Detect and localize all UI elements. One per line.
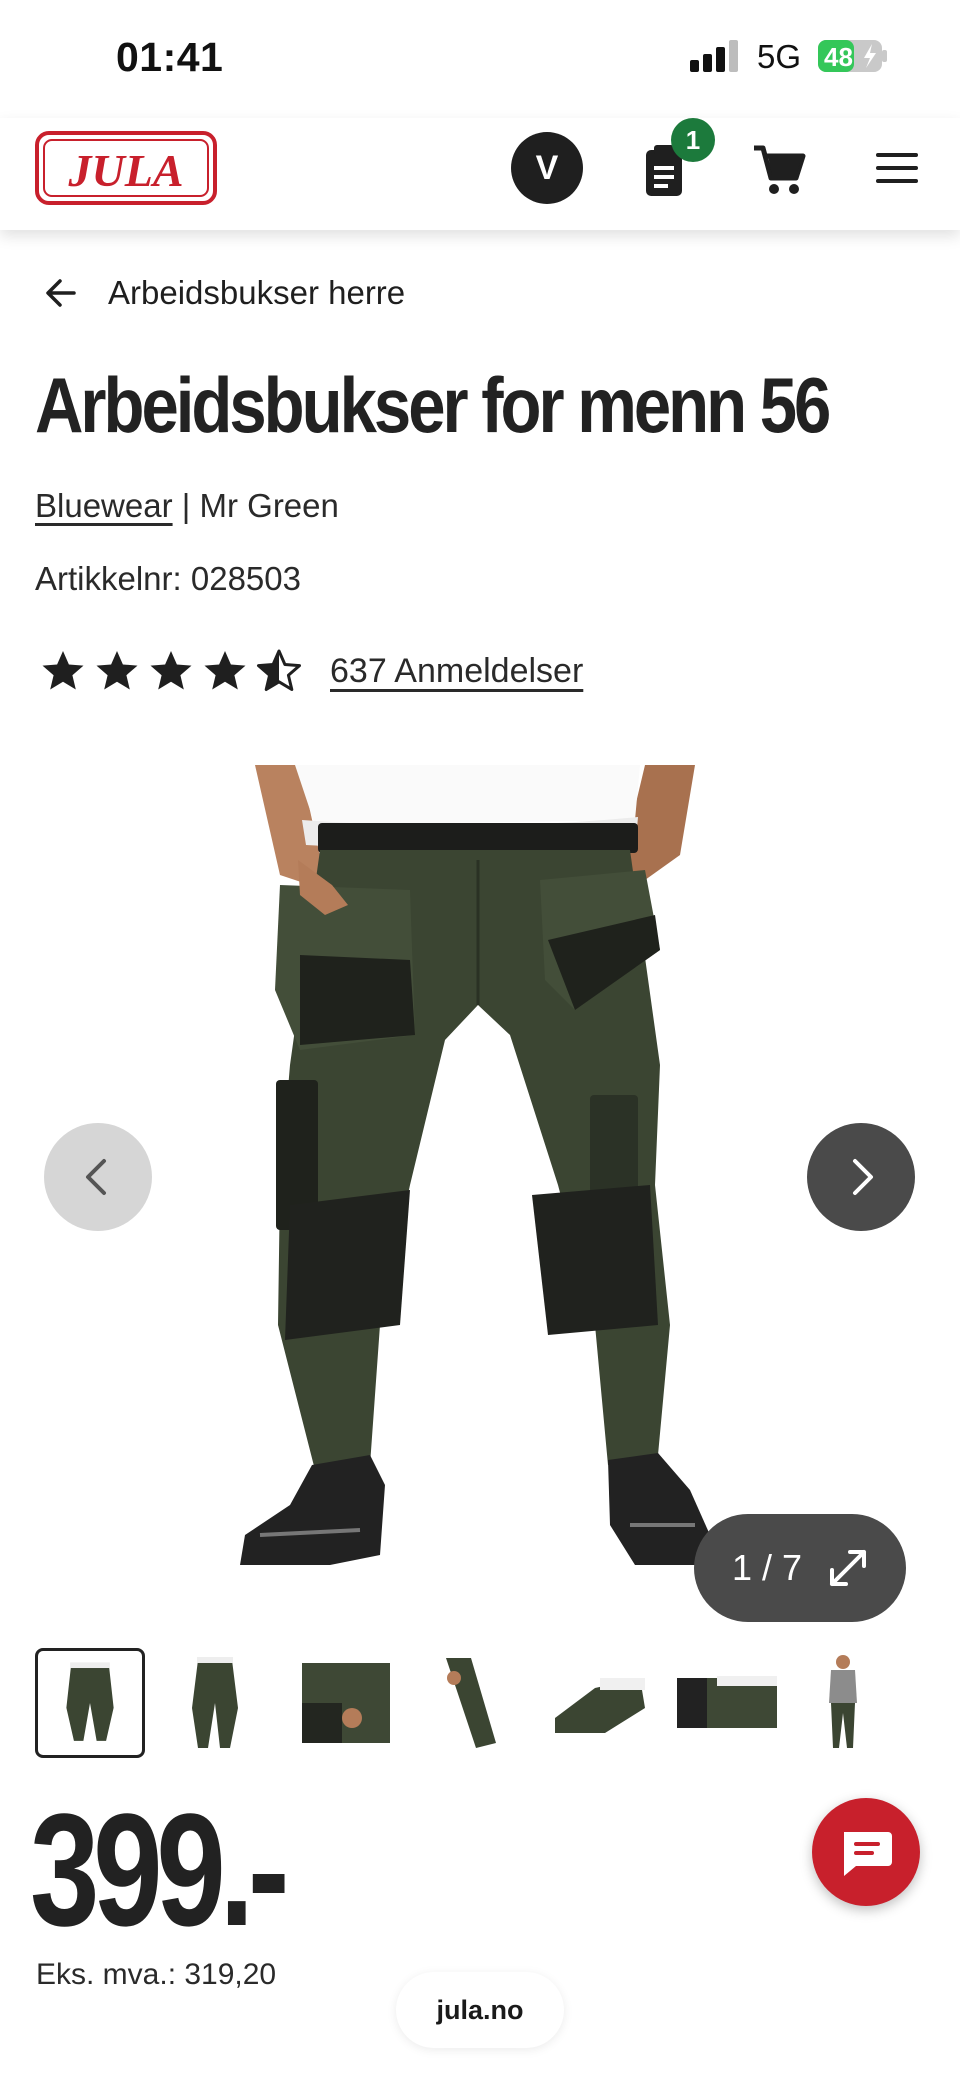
rating[interactable]: 637 Anmeldelser (40, 645, 583, 697)
chat-icon (844, 1832, 892, 1876)
signal-icon (690, 40, 738, 72)
reviews-link[interactable]: 637 Anmeldelser (330, 652, 583, 691)
thumbnail[interactable] (416, 1648, 526, 1758)
star-full-icon (150, 651, 192, 690)
next-image-button[interactable] (807, 1123, 915, 1231)
thumbnail[interactable] (797, 1648, 907, 1758)
star-half-icon (257, 649, 301, 691)
expand-icon (830, 1550, 867, 1586)
star-full-icon (96, 651, 138, 690)
battery-level: 48 (824, 42, 853, 72)
thumbnail-strip (0, 1648, 960, 1760)
back-link-label: Arbeidsbukser herre (108, 274, 406, 311)
thumbnail[interactable] (672, 1648, 782, 1758)
network-label: 5G (757, 38, 802, 75)
thumbnail[interactable] (160, 1648, 270, 1758)
chat-button[interactable] (812, 1798, 920, 1906)
image-counter-fullscreen-button[interactable]: 1 / 7 (694, 1514, 906, 1622)
product-gallery: 1 / 7 (0, 765, 960, 1622)
product-title: Arbeidsbukser for menn 56 (35, 361, 831, 449)
status-bar: 01:41 5G 48 (0, 0, 960, 118)
star-full-icon (204, 651, 246, 690)
thumbnail[interactable] (545, 1648, 655, 1758)
account-avatar[interactable]: V (511, 132, 583, 204)
chevron-left-icon (86, 1159, 106, 1195)
logo-text: JULA (68, 145, 184, 196)
prev-image-button[interactable] (44, 1123, 152, 1231)
site-header: JULA V 1 (0, 118, 960, 230)
price-ex-vat: Eks. mva.: 319,20 (36, 1958, 277, 1991)
thumbnail[interactable] (35, 1648, 145, 1758)
brand-link[interactable]: Bluewear (35, 487, 173, 524)
list-count-badge: 1 (671, 118, 715, 162)
brand-line: Bluewear | Mr Green (35, 487, 339, 525)
battery-icon: 48 (818, 40, 887, 72)
browser-url-bar[interactable]: jula.no (396, 1972, 564, 2048)
status-time: 01:41 (116, 34, 224, 80)
image-counter: 1 / 7 (732, 1547, 803, 1588)
thumbnail[interactable] (292, 1648, 402, 1758)
back-link[interactable]: Arbeidsbukser herre (44, 268, 405, 318)
cart-icon[interactable] (752, 142, 806, 196)
star-full-icon (42, 651, 84, 690)
arrow-left-icon (46, 279, 76, 307)
product-price: 399.- (30, 1780, 289, 1959)
jula-logo[interactable]: JULA (35, 131, 217, 205)
brand-separator: | (172, 487, 200, 524)
article-number: Artikkelnr: 028503 (35, 560, 301, 597)
chevron-right-icon (853, 1159, 873, 1195)
product-image[interactable] (240, 765, 710, 1600)
variant-name: Mr Green (199, 487, 339, 524)
hamburger-menu-icon[interactable] (874, 150, 920, 186)
